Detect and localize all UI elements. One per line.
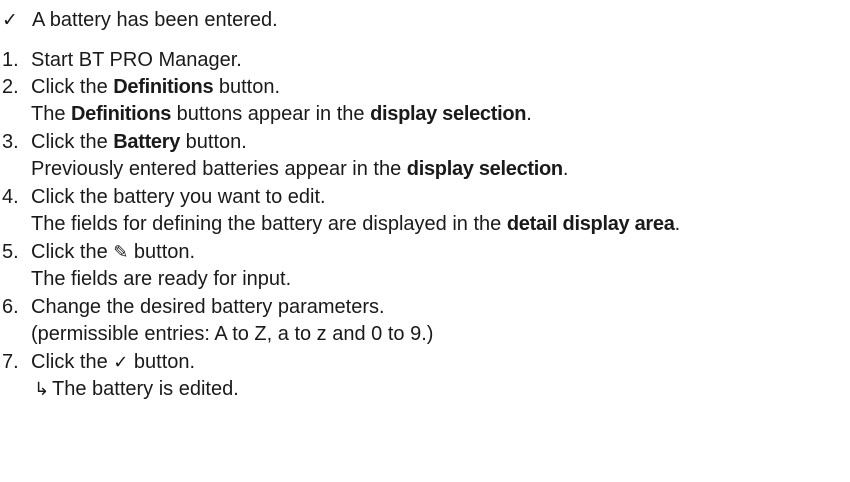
step-action: Click the ✓ button. (31, 351, 196, 373)
result-arrow-icon: ↳ (34, 379, 50, 399)
display-selection-ref: display selection (370, 103, 527, 125)
step-result: The Definitions buttons appear in the di… (31, 103, 532, 125)
pencil-icon: ✎ (113, 242, 129, 262)
step-result: The fields are ready for input. (31, 268, 292, 290)
step-result: The fields for defining the battery are … (31, 213, 681, 235)
step-action: Click the Definitions button. (31, 76, 280, 98)
step-result: Previously entered batteries appear in t… (31, 158, 569, 180)
step-action: Start BT PRO Manager. (31, 49, 242, 71)
step-number: 1. (2, 49, 19, 71)
step-number: 5. (2, 241, 19, 263)
prerequisite: ✓ A battery has been entered. (0, 6, 278, 34)
detail-display-area-ref: detail display area (506, 213, 675, 235)
checkmark-icon: ✓ (113, 352, 129, 372)
step-number: 7. (2, 351, 19, 373)
step-action: Change the desired battery parameters. (31, 296, 385, 318)
step-result: ↳ The battery is edited. (34, 378, 239, 400)
step-number: 2. (2, 76, 19, 98)
step-number: 3. (2, 131, 19, 153)
step-number: 6. (2, 296, 19, 318)
prerequisite-text: A battery has been entered. (32, 8, 278, 31)
step-result: (permissible entries: A to Z, a to z and… (31, 323, 434, 345)
step-action: Click the battery you want to edit. (31, 186, 326, 208)
definitions-button-ref: Definitions (113, 76, 214, 98)
battery-button-ref: Battery (113, 131, 181, 153)
checkmark-icon: ✓ (2, 9, 18, 31)
step-action: Click the ✎ button. (31, 241, 196, 263)
instruction-document: ✓ A battery has been entered. 1. Start B… (0, 0, 850, 482)
display-selection-ref: display selection (406, 158, 563, 180)
definitions-buttons-ref: Definitions (71, 103, 172, 125)
step-number: 4. (2, 186, 19, 208)
step-action: Click the Battery button. (31, 131, 247, 153)
